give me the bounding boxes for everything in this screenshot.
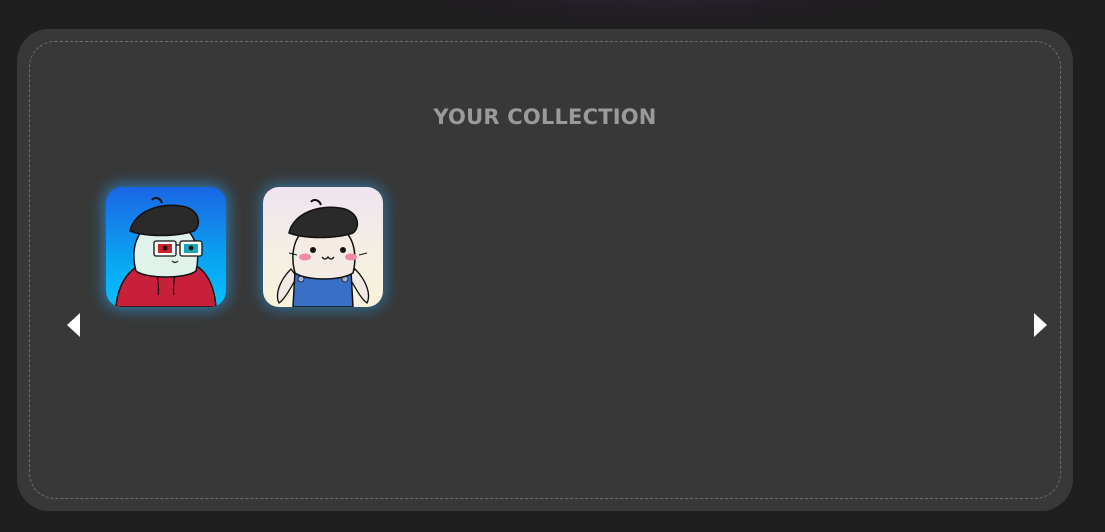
seal-overalls-avatar [276, 199, 370, 307]
caret-left-icon [67, 313, 80, 337]
collection-item[interactable] [106, 187, 226, 307]
collection-panel-border: YOUR COLLECTION [29, 41, 1061, 499]
caret-right-icon [1034, 313, 1047, 337]
next-button[interactable] [1030, 312, 1050, 338]
prev-button[interactable] [64, 312, 84, 338]
seal-hoodie-avatar [115, 197, 217, 307]
collection-item[interactable] [263, 187, 383, 307]
collection-title: YOUR COLLECTION [433, 105, 657, 129]
collection-panel: YOUR COLLECTION [17, 29, 1073, 511]
background-glow [380, 0, 940, 30]
